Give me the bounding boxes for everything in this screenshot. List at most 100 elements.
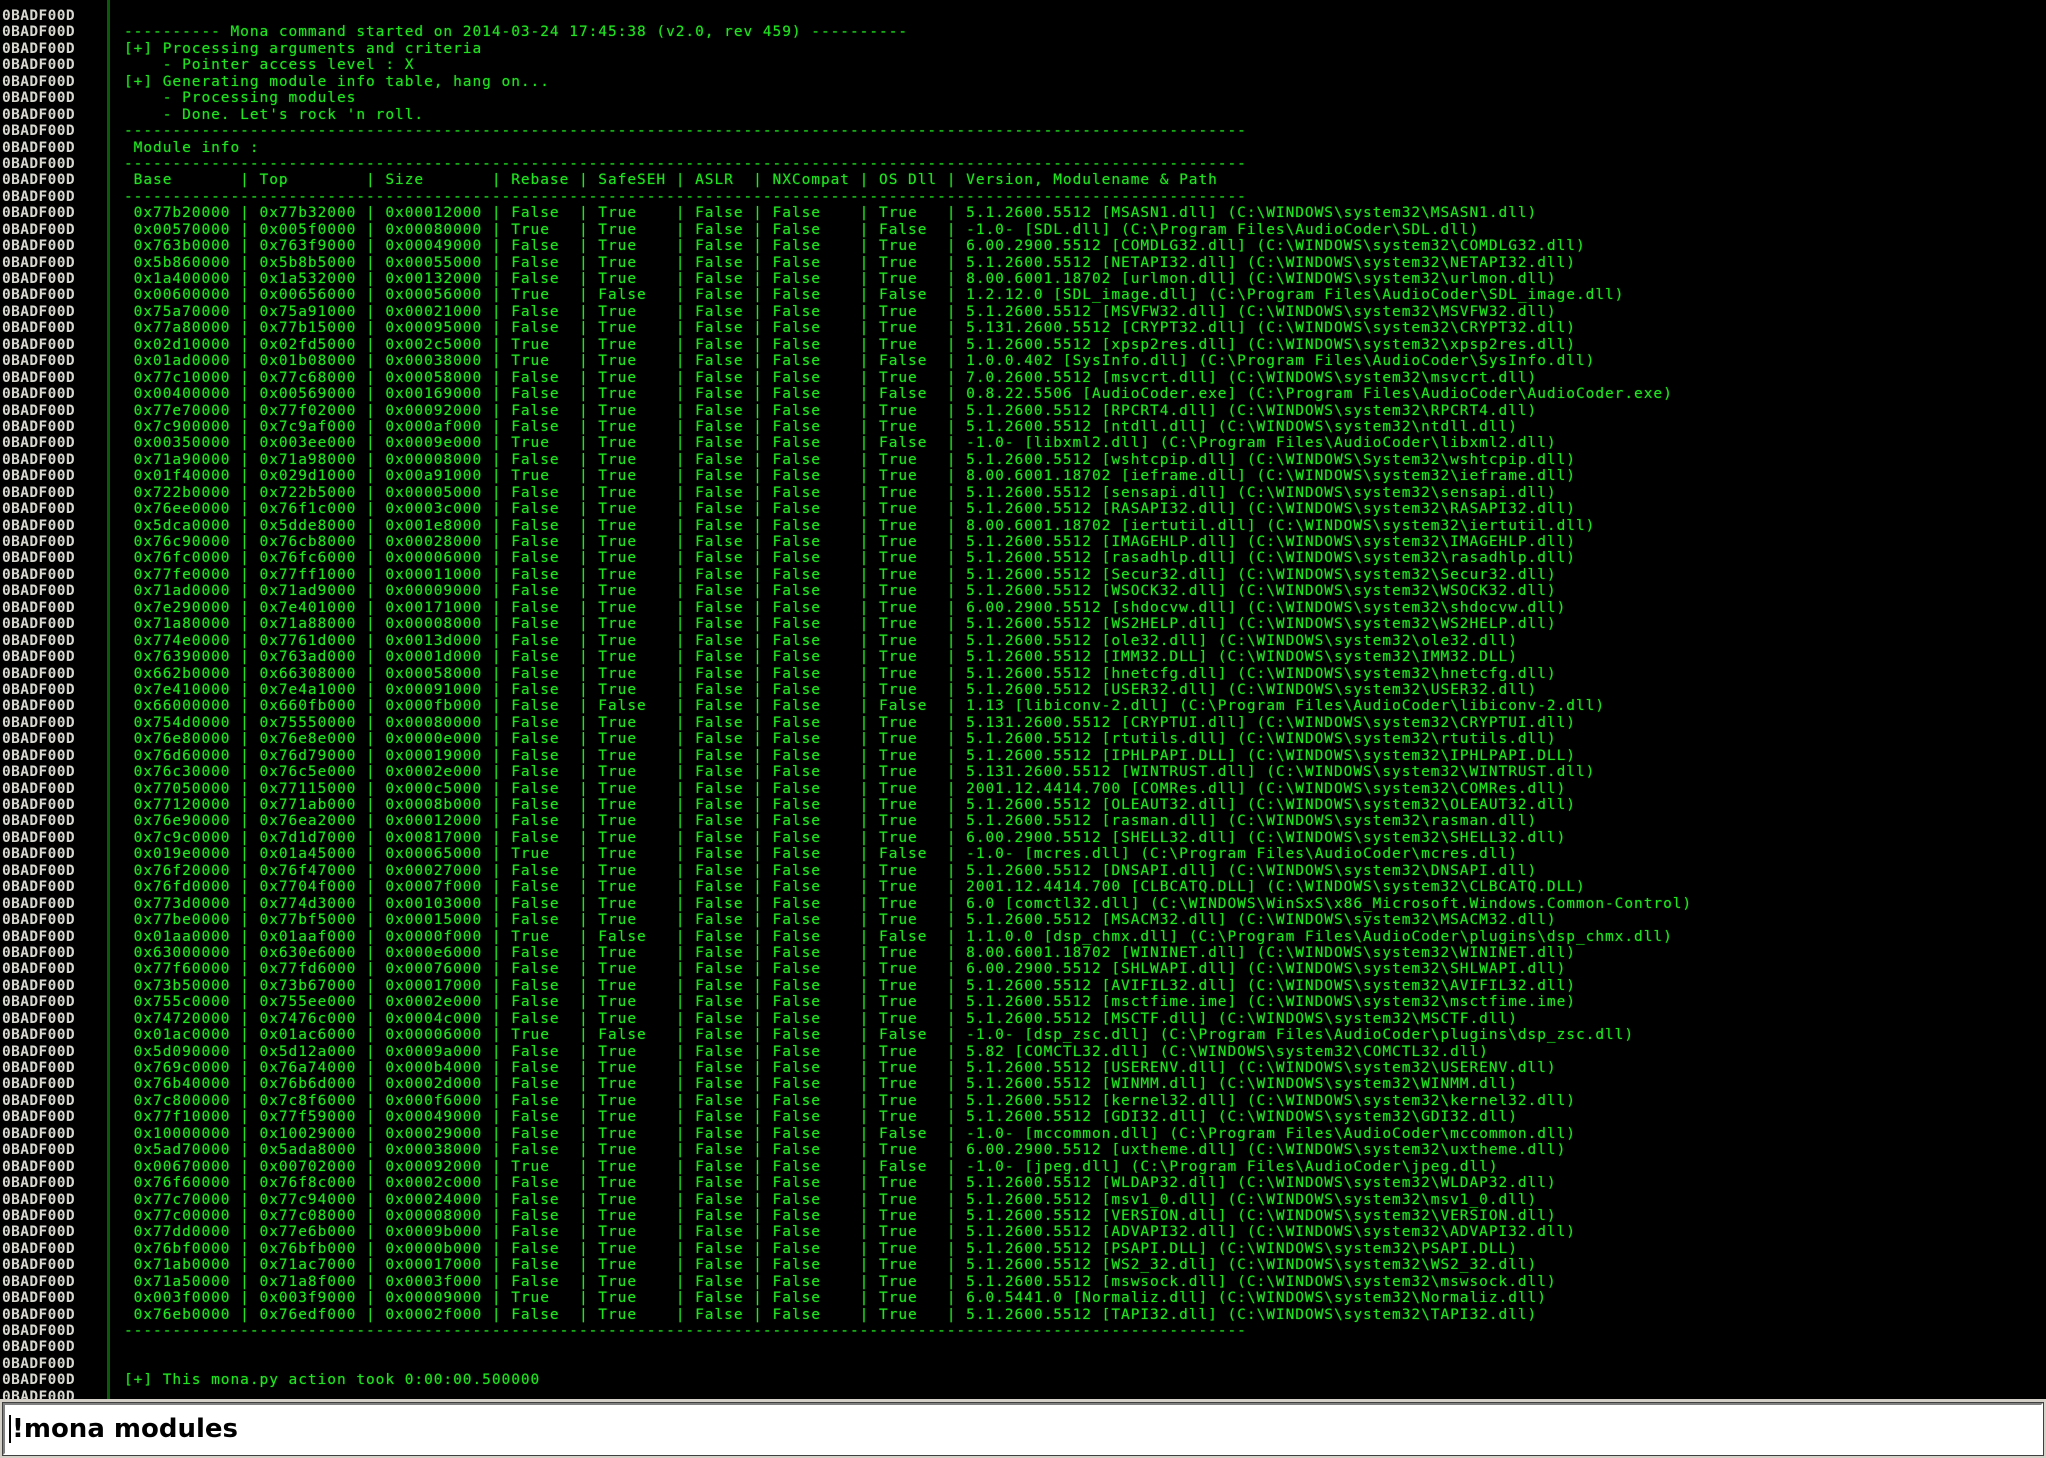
gutter-address: 0BADF00D: [2, 8, 76, 24]
log-line: 0x71a90000 | 0x71a98000 | 0x00008000 | F…: [124, 451, 1576, 468]
gutter-address: 0BADF00D: [2, 665, 76, 682]
gutter-address: 0BADF00D: [2, 73, 76, 90]
gutter-address: 0BADF00D: [2, 961, 76, 978]
log-line: 0x7e290000 | 0x7e401000 | 0x00171000 | F…: [124, 599, 1567, 616]
log-line: 0x77f10000 | 0x77f59000 | 0x00049000 | F…: [124, 1109, 1518, 1126]
command-input[interactable]: !mona modules: [2, 1402, 2044, 1456]
log-line: 0x01f40000 | 0x029d1000 | 0x00a91000 | T…: [124, 468, 1576, 485]
gutter-address: 0BADF00D: [2, 303, 76, 320]
gutter-address: 0BADF00D: [2, 1109, 76, 1126]
log-line: 0x02d10000 | 0x02fd5000 | 0x002c5000 | T…: [124, 336, 1576, 353]
log-line: 0x1a400000 | 0x1a532000 | 0x00132000 | F…: [124, 271, 1557, 287]
log-line: 0x76e90000 | 0x76ea2000 | 0x00012000 | F…: [124, 813, 1538, 830]
gutter-address: 0BADF00D: [2, 1125, 76, 1142]
log-line: 0x5b860000 | 0x5b8b5000 | 0x00055000 | F…: [124, 254, 1576, 271]
gutter-address: 0BADF00D: [2, 977, 76, 994]
gutter-address: 0BADF00D: [2, 879, 76, 896]
gutter-address: 0BADF00D: [2, 172, 76, 189]
gutter-address: 0BADF00D: [2, 944, 76, 961]
gutter-address: 0BADF00D: [2, 155, 76, 172]
gutter-address: 0BADF00D: [2, 271, 76, 287]
log-line: 0x71a80000 | 0x71a88000 | 0x00008000 | F…: [124, 616, 1557, 633]
log-line: - Processing modules: [124, 90, 357, 107]
log-scroll-area[interactable]: 0BADF00D 0BADF00D 0BADF00D 0BADF00D 0BADF00D…: [0, 0, 2046, 1399]
gutter-address: 0BADF00D: [2, 632, 76, 649]
gutter-address: 0BADF00D: [2, 928, 76, 945]
gutter-address: 0BADF00D: [2, 353, 76, 370]
log-line: 0x76ee0000 | 0x76f1c000 | 0x0003c000 | F…: [124, 501, 1576, 518]
log-line: 0x76d60000 | 0x76d79000 | 0x00019000 | F…: [124, 747, 1576, 764]
log-line: 0x76eb0000 | 0x76edf000 | 0x0002f000 | F…: [124, 1306, 1538, 1323]
gutter-address: 0BADF00D: [2, 57, 76, 74]
gutter-address: 0BADF00D: [2, 1323, 76, 1339]
debugger-log-window[interactable]: 0BADF00D 0BADF00D 0BADF00D 0BADF00D 0BADF00D…: [0, 0, 2046, 1399]
log-line: [+] This mona.py action took 0:00:00.500…: [124, 1372, 541, 1389]
log-text-area: ---------- Mona command started on 2014-…: [110, 0, 2046, 1389]
log-line: 0x722b0000 | 0x722b5000 | 0x00005000 | F…: [124, 484, 1557, 501]
gutter-address: 0BADF00D: [2, 517, 76, 534]
log-line: 0x76e80000 | 0x76e8e000 | 0x0000e000 | F…: [124, 731, 1557, 748]
gutter-address: 0BADF00D: [2, 238, 76, 255]
log-line: 0x66000000 | 0x660fb000 | 0x000fb000 | F…: [124, 698, 1605, 715]
log-line: ----------------------------------------…: [124, 188, 1247, 205]
gutter-address: 0BADF00D: [2, 402, 76, 419]
gutter-address: 0BADF00D: [2, 40, 76, 57]
gutter-address: 0BADF00D: [2, 1060, 76, 1076]
gutter-address: 0BADF00D: [2, 451, 76, 468]
command-input-value: !mona modules: [12, 1414, 239, 1444]
gutter-address: 0BADF00D: [2, 435, 76, 452]
log-line: 0x7e410000 | 0x7e4a1000 | 0x00091000 | F…: [124, 681, 1538, 698]
log-line: 0x77dd0000 | 0x77e6b000 | 0x0009b000 | F…: [124, 1224, 1576, 1241]
log-line: ----------------------------------------…: [124, 155, 1247, 172]
log-line: 0x77c70000 | 0x77c94000 | 0x00024000 | F…: [124, 1191, 1538, 1208]
log-line: 0x71ad0000 | 0x71ad9000 | 0x00009000 | F…: [124, 583, 1557, 600]
log-line: 0x76bf0000 | 0x76bfb000 | 0x0000b000 | F…: [124, 1240, 1518, 1257]
log-line: 0x00670000 | 0x00702000 | 0x00092000 | T…: [124, 1158, 1499, 1175]
gutter-address: 0BADF00D: [2, 1355, 76, 1372]
gutter-address: 0BADF00D: [2, 829, 76, 846]
gutter-address: 0BADF00D: [2, 698, 76, 715]
log-line: 0x003f0000 | 0x003f9000 | 0x00009000 | T…: [124, 1290, 1547, 1307]
log-line: 0x754d0000 | 0x75550000 | 0x00080000 | F…: [124, 714, 1576, 731]
log-line: 0x662b0000 | 0x66308000 | 0x00058000 | F…: [124, 665, 1557, 682]
log-line: 0x7c800000 | 0x7c8f6000 | 0x000f6000 | F…: [124, 1092, 1576, 1109]
gutter-address: 0BADF00D: [2, 846, 76, 863]
log-line: 0x7c900000 | 0x7c9af000 | 0x000af000 | F…: [124, 418, 1518, 435]
gutter-address: 0BADF00D: [2, 369, 76, 386]
log-line: 0x5ad70000 | 0x5ada8000 | 0x00038000 | F…: [124, 1142, 1567, 1159]
gutter-address: 0BADF00D: [2, 994, 76, 1011]
gutter-address: 0BADF00D: [2, 1175, 76, 1192]
gutter-address: 0BADF00D: [2, 797, 76, 813]
log-line: [+] Generating module info table, hang o…: [124, 73, 550, 90]
gutter-address: 0BADF00D: [2, 1224, 76, 1241]
log-line: [+] Processing arguments and criteria: [124, 40, 483, 57]
gutter-address: 0BADF00D: [2, 649, 76, 666]
log-line: 0x5dca0000 | 0x5dde8000 | 0x001e8000 | F…: [124, 517, 1596, 534]
gutter-address: 0BADF00D: [2, 123, 76, 140]
gutter-address: 0BADF00D: [2, 287, 76, 304]
log-line: Base | Top | Size | Rebase | SafeSEH | A…: [124, 172, 1218, 189]
gutter-address: 0BADF00D: [2, 1010, 76, 1027]
log-line: 0x76c90000 | 0x76cb8000 | 0x00028000 | F…: [124, 534, 1576, 550]
gutter-address: 0BADF00D: [2, 1207, 76, 1224]
gutter-address: 0BADF00D: [2, 895, 76, 912]
log-line: 0x73b50000 | 0x73b67000 | 0x00017000 | F…: [124, 977, 1576, 994]
gutter-address: 0BADF00D: [2, 320, 76, 337]
log-line: 0x76fc0000 | 0x76fc6000 | 0x00006000 | F…: [124, 550, 1576, 567]
log-line: 0x774e0000 | 0x7761d000 | 0x0013d000 | F…: [124, 632, 1518, 649]
log-line: 0x10000000 | 0x10029000 | 0x00029000 | F…: [124, 1125, 1576, 1142]
gutter-address: 0BADF00D: [2, 764, 76, 781]
command-bar: !mona modules: [0, 1399, 2046, 1458]
log-line: 0x71a50000 | 0x71a8f000 | 0x0003f000 | F…: [124, 1273, 1557, 1290]
gutter-address: 0BADF00D: [2, 1290, 76, 1307]
log-line: 0x76c30000 | 0x76c5e000 | 0x0002e000 | F…: [124, 764, 1596, 781]
log-line: 0x019e0000 | 0x01a45000 | 0x00065000 | T…: [124, 846, 1518, 863]
log-line: 0x77be0000 | 0x77bf5000 | 0x00015000 | F…: [124, 912, 1557, 929]
gutter-address: 0BADF00D: [2, 616, 76, 633]
log-line: 0x00350000 | 0x003ee000 | 0x0009e000 | T…: [124, 435, 1557, 452]
gutter-address: 0BADF00D: [2, 912, 76, 929]
gutter-address: 0BADF00D: [2, 484, 76, 501]
log-line: 0x76390000 | 0x763ad000 | 0x0001d000 | F…: [124, 649, 1518, 666]
